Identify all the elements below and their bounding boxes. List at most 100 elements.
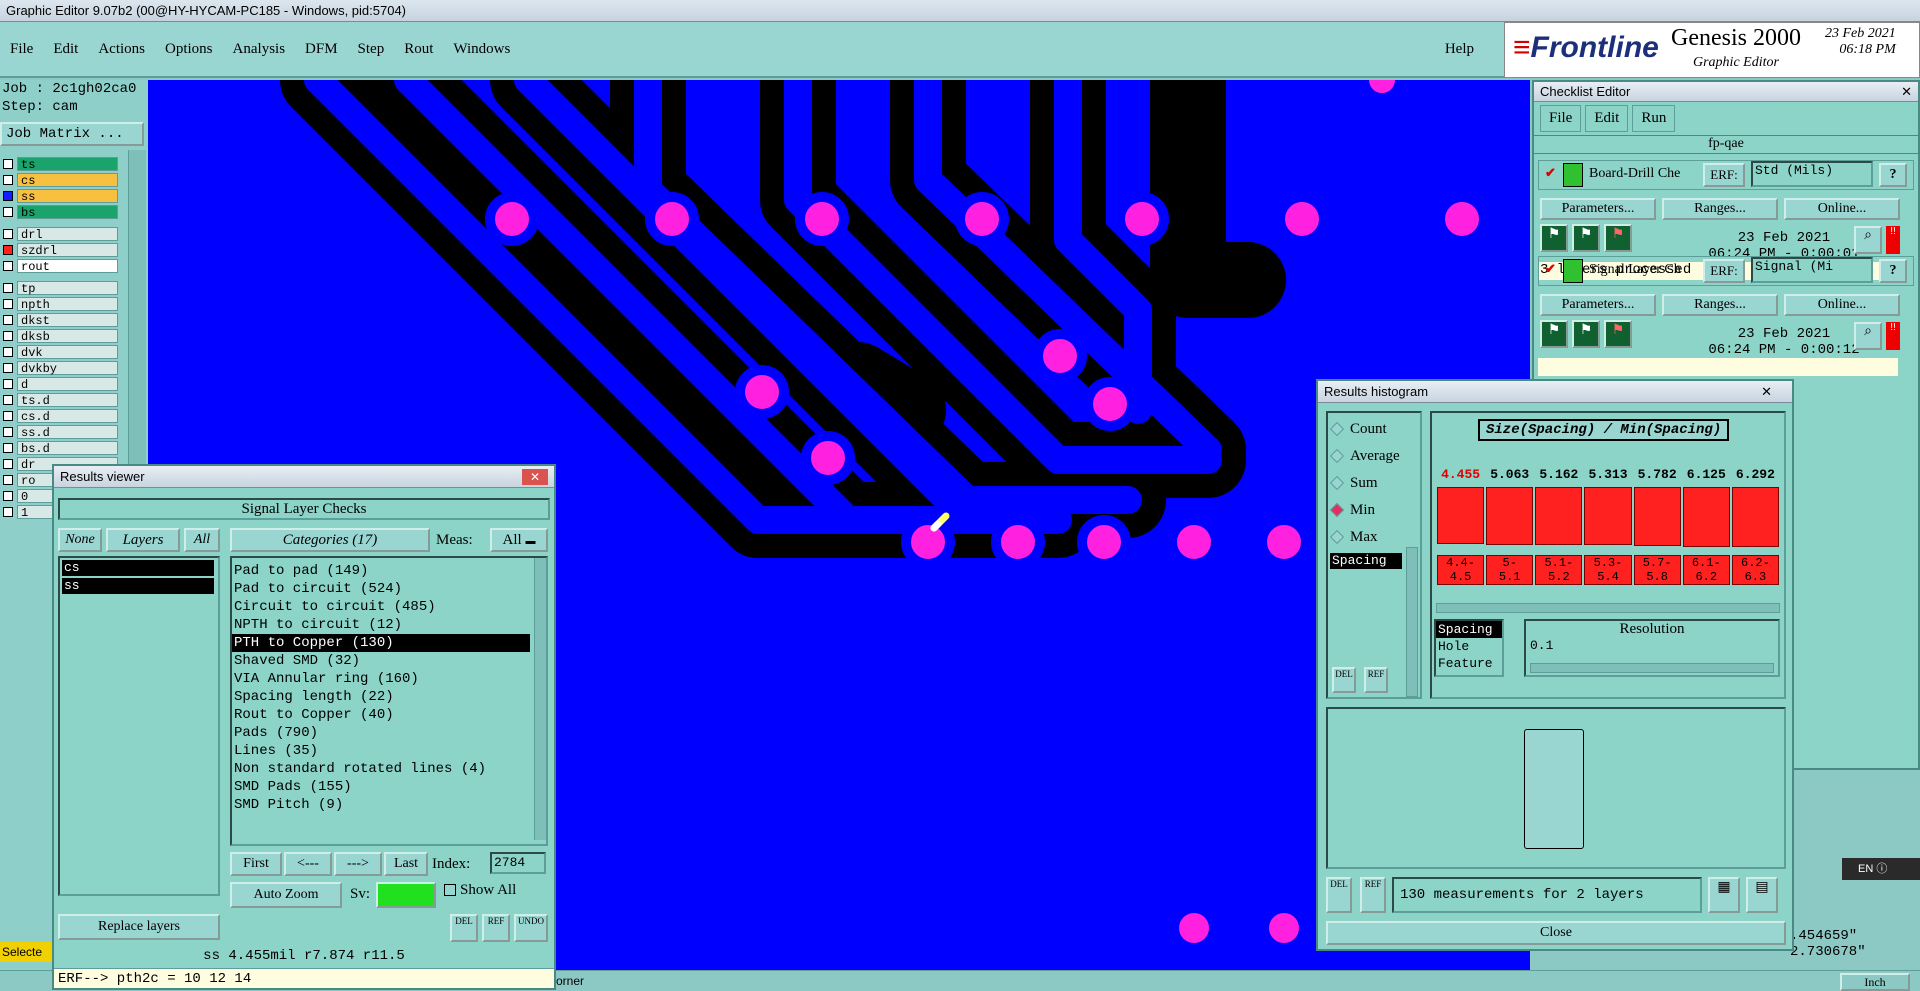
prev-button[interactable]: <--- xyxy=(284,852,332,876)
menu-windows[interactable]: Windows xyxy=(443,41,520,58)
layer-name[interactable]: ts.d xyxy=(17,393,118,408)
histogram-option[interactable]: Max xyxy=(1329,527,1378,547)
histogram-bar[interactable] xyxy=(1682,487,1730,547)
layer-checkbox[interactable] xyxy=(3,411,13,421)
checklist-menu-file[interactable]: File xyxy=(1540,105,1582,132)
categories-button[interactable]: Categories (17) xyxy=(230,528,430,552)
run-icon[interactable]: ⚑ xyxy=(1604,224,1632,252)
layer-name[interactable]: dvk xyxy=(17,345,118,360)
layer-name[interactable]: dkst xyxy=(17,313,118,328)
viewer-layer-item[interactable]: ss xyxy=(62,578,214,594)
layer-checkbox[interactable] xyxy=(3,459,13,469)
first-button[interactable]: First xyxy=(230,852,282,876)
online-button[interactable]: Online... xyxy=(1784,198,1900,220)
replace-layers-select[interactable]: Replace layers xyxy=(58,914,220,940)
radio-diamond-icon[interactable] xyxy=(1329,502,1345,518)
check-name[interactable]: Signal Layer Ch xyxy=(1589,262,1681,278)
check-enabled-icon[interactable]: ✔ xyxy=(1545,165,1556,181)
layer-name[interactable]: szdrl xyxy=(17,243,118,258)
layer-checkbox[interactable] xyxy=(3,363,13,373)
layer-checkbox[interactable] xyxy=(3,283,13,293)
category-item[interactable]: NPTH to circuit (12) xyxy=(232,616,530,634)
layer-row[interactable]: dvk xyxy=(0,344,118,360)
checklist-menu-run[interactable]: Run xyxy=(1632,105,1676,132)
menu-step[interactable]: Step xyxy=(348,41,395,58)
run-icon[interactable]: ⚑ xyxy=(1572,320,1600,348)
resolution-slider[interactable] xyxy=(1530,663,1774,673)
check-name[interactable]: Board-Drill Che xyxy=(1589,166,1680,182)
run-icon[interactable]: ⚑ xyxy=(1604,320,1632,348)
search-icon[interactable]: ⌕ xyxy=(1854,322,1882,350)
close-icon[interactable]: ✕ xyxy=(1761,384,1772,400)
layer-name[interactable]: tp xyxy=(17,281,118,296)
menu-dfm[interactable]: DFM xyxy=(295,41,348,58)
run-icon[interactable]: ⚑ xyxy=(1540,320,1568,348)
graph-view-icon[interactable]: ▦ xyxy=(1708,877,1740,913)
layer-checkbox[interactable] xyxy=(3,207,13,217)
layer-row[interactable]: ts xyxy=(0,156,118,172)
menu-help[interactable]: Help xyxy=(1435,41,1484,58)
layer-checkbox[interactable] xyxy=(3,331,13,341)
layer-row[interactable]: dksb xyxy=(0,328,118,344)
layer-row[interactable]: d xyxy=(0,376,118,392)
radio-diamond-icon[interactable] xyxy=(1329,529,1345,545)
layer-row[interactable]: ts.d xyxy=(0,392,118,408)
histogram-bar[interactable] xyxy=(1437,487,1485,544)
layer-checkbox[interactable] xyxy=(3,427,13,437)
units-select[interactable]: Inch xyxy=(1840,973,1910,991)
menu-actions[interactable]: Actions xyxy=(88,41,155,58)
show-all-checkbox[interactable] xyxy=(444,884,456,896)
layer-row[interactable]: ss.d xyxy=(0,424,118,440)
layer-checkbox[interactable] xyxy=(3,191,13,201)
layer-row[interactable]: drl xyxy=(0,226,118,242)
last-button[interactable]: Last xyxy=(384,852,428,876)
chart-scrollbar[interactable] xyxy=(1436,603,1780,613)
layer-row[interactable]: bs xyxy=(0,204,118,220)
viewer-layer-item[interactable]: cs xyxy=(62,560,214,576)
layer-name[interactable]: drl xyxy=(17,227,118,242)
layer-checkbox[interactable] xyxy=(3,443,13,453)
layer-list[interactable]: cs ss xyxy=(58,556,220,896)
layer-checkbox[interactable] xyxy=(3,299,13,309)
histogram-option[interactable]: Count xyxy=(1329,419,1387,439)
layer-name[interactable]: npth xyxy=(17,297,118,312)
layer-name[interactable]: rout xyxy=(17,259,118,274)
layer-row[interactable]: szdrl xyxy=(0,242,118,258)
histogram-list-item[interactable]: Spacing xyxy=(1330,553,1402,569)
layer-checkbox[interactable] xyxy=(3,175,13,185)
erf-button[interactable]: ERF: xyxy=(1703,259,1745,283)
mode-feature[interactable]: Feature xyxy=(1436,655,1502,672)
layer-name[interactable]: dvkby xyxy=(17,361,118,376)
ranges-button[interactable]: Ranges... xyxy=(1662,294,1778,316)
layer-checkbox[interactable] xyxy=(3,507,13,517)
close-icon[interactable]: ✕ xyxy=(1901,84,1912,100)
histogram-option[interactable]: Average xyxy=(1329,446,1400,466)
sv-color-select[interactable] xyxy=(376,882,436,908)
radio-diamond-icon[interactable] xyxy=(1329,448,1345,464)
check-enabled-icon[interactable]: ✔ xyxy=(1545,261,1556,277)
layer-checkbox[interactable] xyxy=(3,159,13,169)
help-button[interactable]: ? xyxy=(1879,259,1907,283)
layer-row[interactable]: cs xyxy=(0,172,118,188)
layer-checkbox[interactable] xyxy=(3,229,13,239)
radio-diamond-icon[interactable] xyxy=(1329,421,1345,437)
ranges-button[interactable]: Ranges... xyxy=(1662,198,1778,220)
category-item[interactable]: Lines (35) xyxy=(232,742,530,760)
online-button[interactable]: Online... xyxy=(1784,294,1900,316)
menu-rout[interactable]: Rout xyxy=(394,41,443,58)
layers-button[interactable]: Layers xyxy=(106,528,180,552)
layer-name[interactable]: cs xyxy=(17,173,118,188)
layer-row[interactable]: bs.d xyxy=(0,440,118,456)
next-button[interactable]: ---> xyxy=(334,852,382,876)
layer-name[interactable]: bs xyxy=(17,205,118,220)
layer-name[interactable]: cs.d xyxy=(17,409,118,424)
layer-row[interactable]: dkst xyxy=(0,312,118,328)
ref-button[interactable]: REF xyxy=(1364,667,1388,693)
menu-options[interactable]: Options xyxy=(155,41,223,58)
del-button[interactable]: DEL xyxy=(1326,877,1352,913)
category-item[interactable]: Non standard rotated lines (4) xyxy=(232,760,530,778)
parameters-button[interactable]: Parameters... xyxy=(1540,294,1656,316)
menu-analysis[interactable]: Analysis xyxy=(223,41,296,58)
histogram-bar[interactable] xyxy=(1731,487,1779,547)
histogram-bar[interactable] xyxy=(1584,487,1632,546)
